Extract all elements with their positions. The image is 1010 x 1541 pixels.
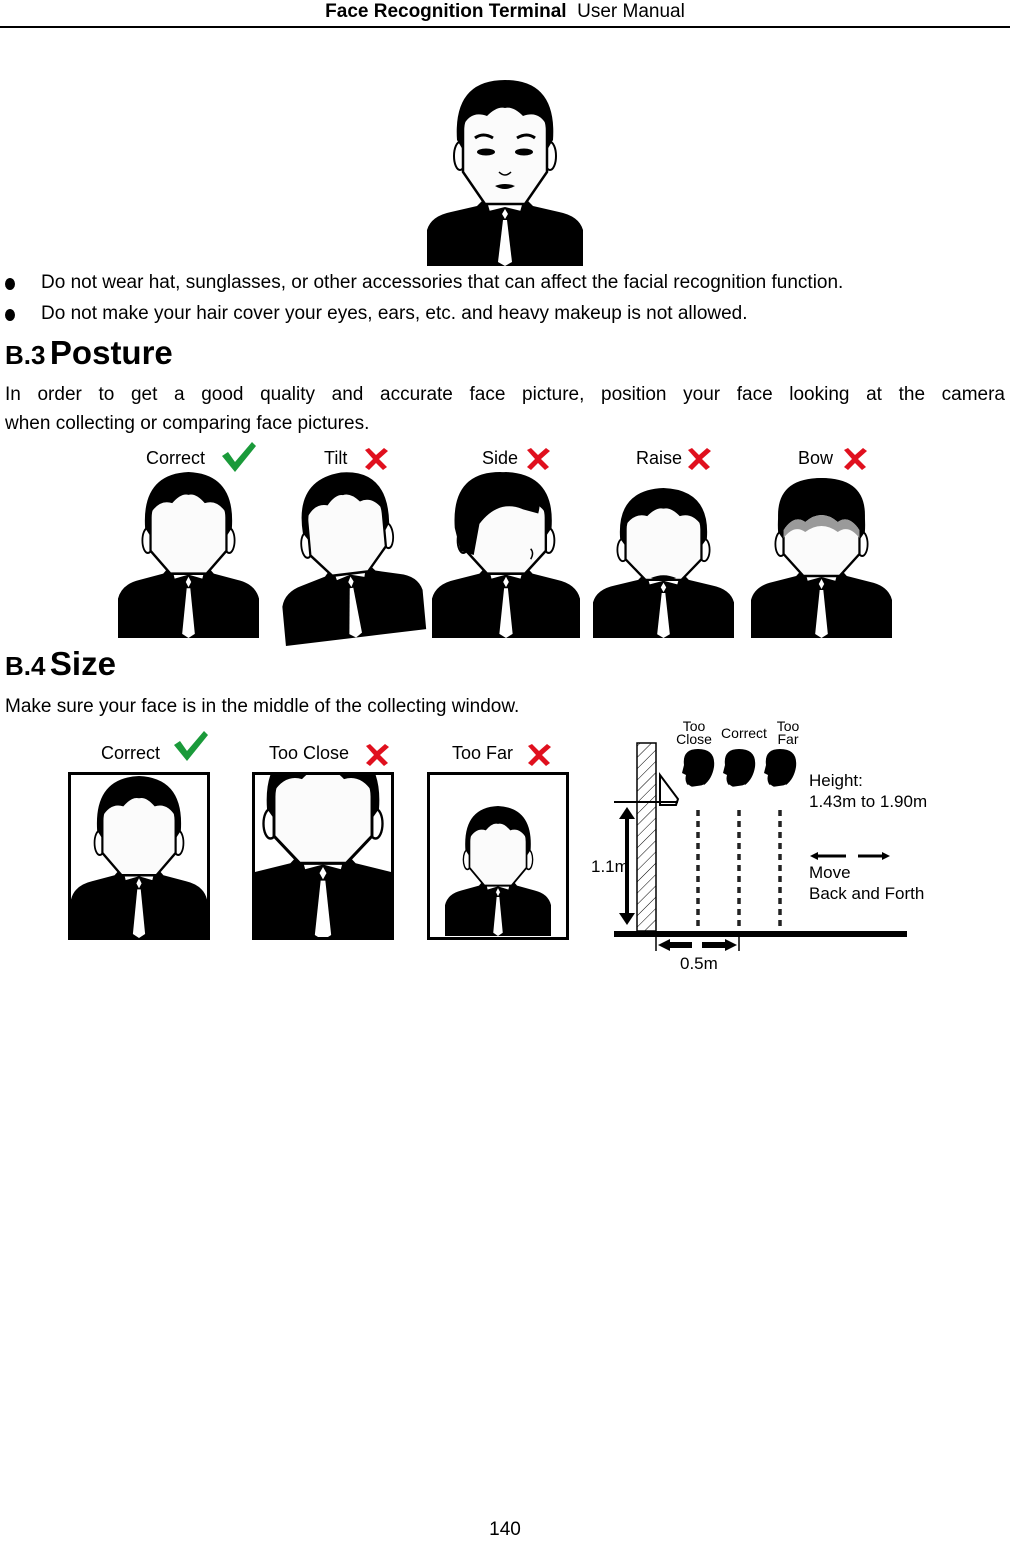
head-correct-icon [723, 749, 756, 789]
posture-figure-tilt [269, 462, 428, 648]
posture-figure-correct [116, 470, 261, 640]
section-number: B.3 [5, 340, 46, 370]
diagram-height-range: 1.43m to 1.90m [809, 792, 928, 811]
portrait-figure [427, 80, 583, 266]
page-header: Face Recognition Terminal User Manual [0, 0, 1010, 26]
size-label-too-far: Too Far [452, 743, 514, 763]
diagram-label-correct: Correct [721, 725, 767, 741]
diagram-height-label: Height: [809, 771, 863, 790]
page-number: 140 [489, 1519, 521, 1540]
cross-icon [527, 448, 550, 470]
section-title: Posture [49, 334, 173, 371]
diagram-move-label: Move [809, 863, 851, 882]
cross-icon [365, 448, 388, 470]
cross-icon [844, 448, 867, 470]
bullet-dot-icon [5, 309, 15, 321]
diagram-distance: 0.5m [680, 954, 718, 973]
head-too-close-icon [682, 749, 715, 789]
size-frame-too-close [252, 772, 394, 940]
posture-figure-side [430, 470, 582, 640]
size-frame-too-far [427, 772, 569, 940]
posture-body-line1: In order to get a good quality and accur… [5, 384, 1005, 405]
diagram-text: Close [676, 731, 712, 747]
diagram-move-detail: Back and Forth [809, 884, 925, 903]
posture-label-tilt: Tilt [324, 448, 348, 468]
section-title: Size [49, 645, 116, 682]
diagram-label-too-close: Too Close [672, 719, 716, 747]
diagram-label-too-far: Too Far [774, 719, 802, 747]
posture-label-side: Side [482, 448, 519, 468]
header-product: Face Recognition Terminal [325, 1, 567, 22]
section-heading-size: B.4 Size [5, 645, 116, 683]
size-frame-correct [68, 772, 210, 940]
posture-body-line2: when collecting or comparing face pictur… [5, 413, 370, 434]
header-rule [0, 26, 1010, 28]
bullet-text: Do not make your hair cover your eyes, e… [41, 303, 748, 324]
header-doc: User Manual [577, 1, 685, 22]
wall [636, 742, 657, 932]
posture-label-raise: Raise [636, 448, 683, 468]
section-heading-posture: B.3 Posture [5, 334, 173, 372]
cross-icon [528, 744, 551, 766]
bullet-dot-icon [5, 278, 15, 290]
posture-paragraph: In order to get a good quality and accur… [5, 380, 1005, 438]
cross-icon [366, 744, 389, 766]
diagram-text: Far [777, 731, 799, 747]
installation-diagram [614, 742, 907, 951]
size-label-correct: Correct [101, 743, 161, 763]
posture-figure-raise [591, 486, 736, 640]
check-icon [174, 731, 208, 761]
device-icon [659, 772, 680, 806]
posture-figure-bow [749, 476, 894, 640]
floor [614, 931, 907, 937]
posture-label-correct: Correct [146, 448, 206, 468]
diagram-mount-height: 1.1m [591, 857, 629, 876]
head-too-far-icon [764, 749, 797, 789]
size-label-too-close: Too Close [269, 743, 350, 763]
posture-label-bow: Bow [798, 448, 834, 468]
cross-icon [688, 448, 711, 470]
bullet-text: Do not wear hat, sunglasses, or other ac… [41, 272, 844, 293]
check-icon [222, 442, 256, 472]
section-number: B.4 [5, 651, 46, 681]
